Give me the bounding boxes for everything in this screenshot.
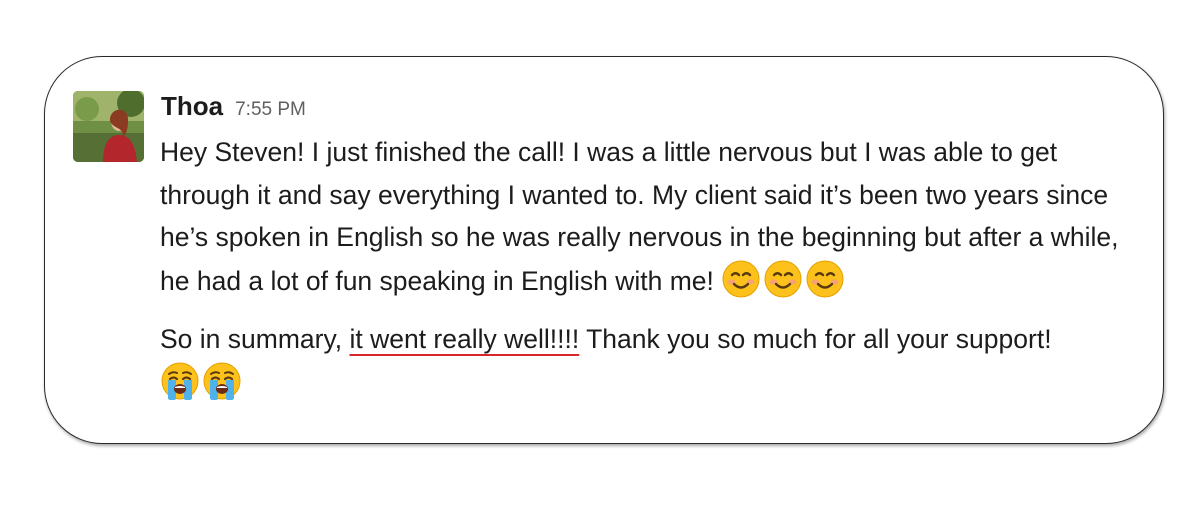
message-paragraph-1: Hey Steven! I just finished the call! I … — [160, 131, 1150, 302]
smiling-face-emoji-icon — [721, 259, 761, 299]
timestamp[interactable]: 7:55 PM — [235, 99, 306, 121]
paragraph-1-text: Hey Steven! I just finished the call! I … — [160, 137, 1119, 296]
message-paragraph-2: So in summary, it went really well!!!! T… — [160, 318, 1150, 404]
smiling-face-emoji-icon — [805, 259, 845, 299]
message-header: Thoa 7:55 PM — [161, 91, 306, 125]
message-body: Hey Steven! I just finished the call! I … — [160, 131, 1150, 404]
loudly-crying-face-emoji-icon — [160, 361, 200, 401]
loudly-crying-face-emoji-icon — [202, 361, 242, 401]
author-name[interactable]: Thoa — [161, 91, 223, 122]
smiling-face-emoji-icon — [763, 259, 803, 299]
paragraph-2-text-before: So in summary, — [160, 324, 350, 354]
avatar[interactable] — [73, 91, 144, 162]
paragraph-2-text-after: Thank you so much for all your support! — [579, 324, 1052, 354]
highlighted-phrase: it went really well!!!! — [349, 324, 580, 354]
